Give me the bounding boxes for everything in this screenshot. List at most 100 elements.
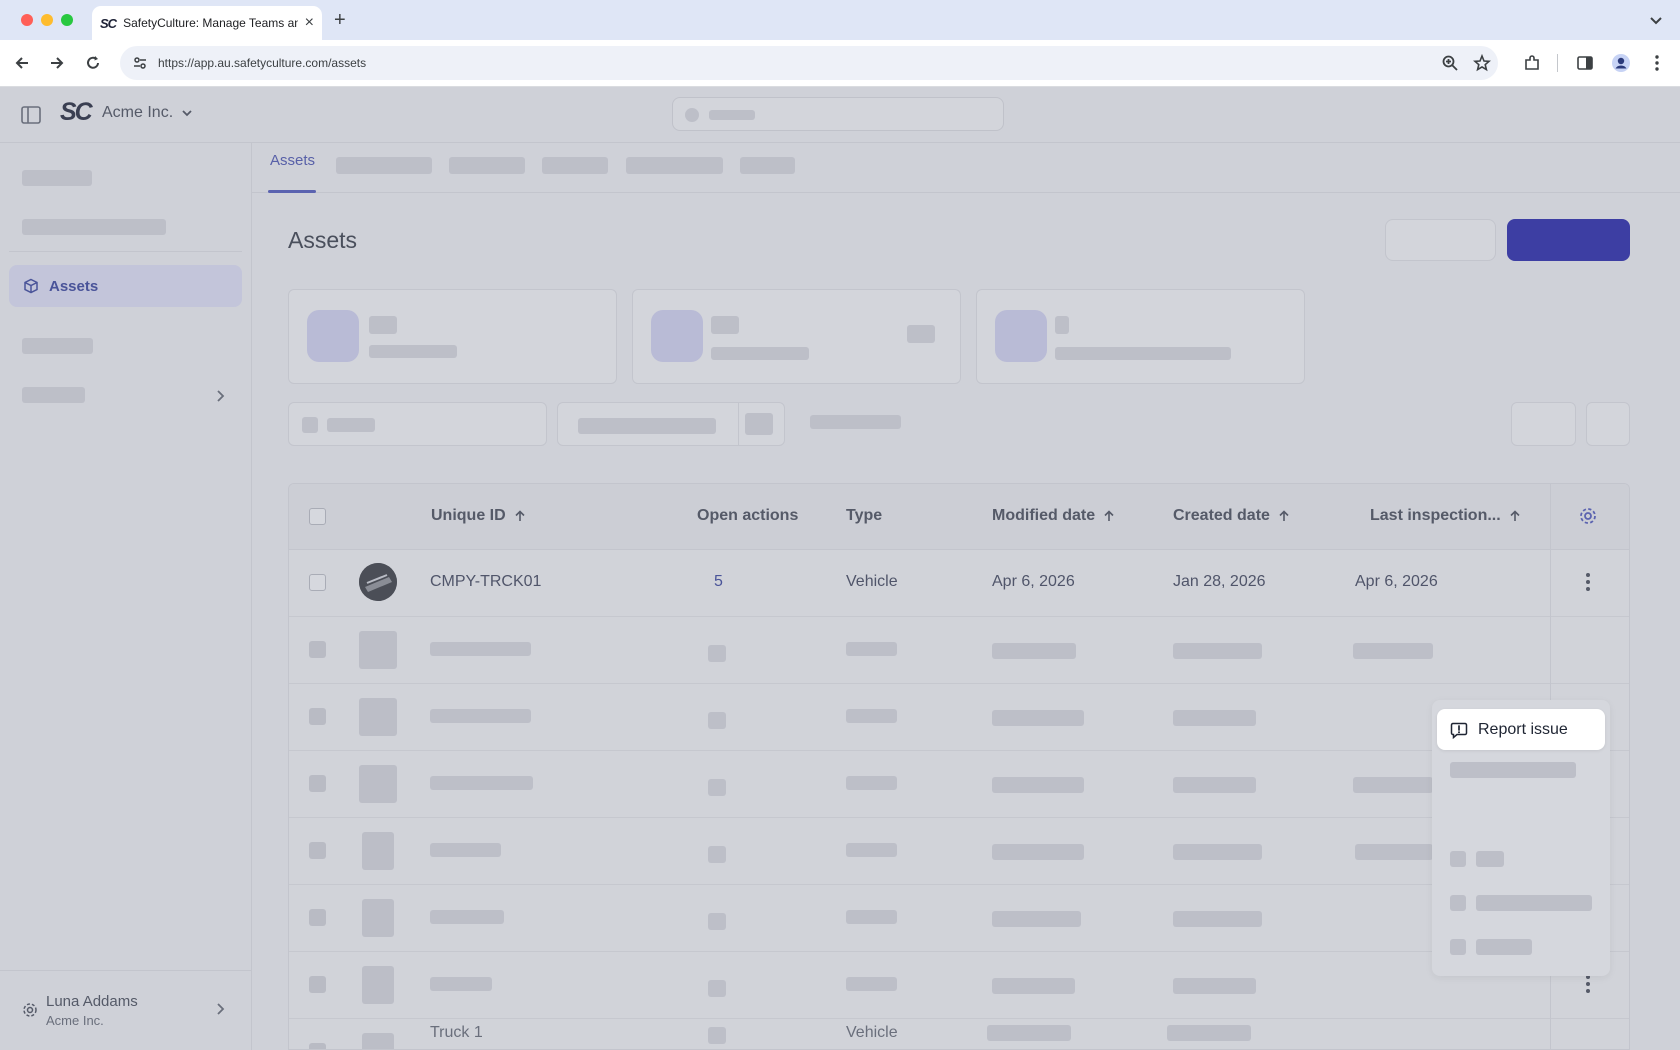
app-canvas: SC Acme Inc. Assets Luna Addams Acme Inc…: [0, 87, 1680, 1050]
toolbar-button[interactable]: [1511, 402, 1576, 446]
column-header-modified-date[interactable]: Modified date: [992, 507, 1115, 525]
filter-dropdown[interactable]: [557, 402, 785, 446]
table-row[interactable]: [289, 952, 1629, 1019]
side-panel-icon[interactable]: [1574, 52, 1596, 74]
cell-placeholder: [992, 844, 1084, 860]
sidebar-item-placeholder[interactable]: [22, 387, 85, 403]
summary-card[interactable]: [632, 289, 961, 384]
asset-thumbnail: [359, 765, 397, 803]
search-placeholder-blur: [709, 110, 755, 120]
zoom-icon[interactable]: [1439, 52, 1461, 74]
tab-title: SafetyCulture: Manage Teams and...: [123, 16, 298, 30]
chevron-right-icon[interactable]: [214, 389, 226, 403]
tab-search-chevron-icon[interactable]: [1646, 10, 1666, 30]
row-checkbox[interactable]: [309, 976, 326, 993]
forward-arrow-icon[interactable]: [46, 52, 68, 74]
column-settings-gear-icon[interactable]: [1579, 507, 1597, 525]
table-row[interactable]: Truck 1 Vehicle: [289, 1019, 1629, 1049]
row-checkbox[interactable]: [309, 574, 326, 591]
filter-label: [578, 418, 716, 434]
primary-action-button[interactable]: [1507, 219, 1630, 261]
column-header-open-actions[interactable]: Open actions: [697, 507, 798, 525]
menu-item-placeholder[interactable]: [1476, 895, 1592, 911]
cell-open-actions-link[interactable]: 5: [714, 573, 723, 591]
extensions-icon[interactable]: [1521, 52, 1543, 74]
window-maximize-button[interactable]: [61, 14, 73, 26]
table-row[interactable]: [289, 818, 1629, 885]
cell-placeholder: [846, 709, 897, 723]
address-bar[interactable]: https://app.au.safetyculture.com/assets: [120, 46, 1498, 80]
window-minimize-button[interactable]: [41, 14, 53, 26]
bookmark-star-icon[interactable]: [1471, 52, 1493, 74]
asset-thumbnail: [362, 899, 394, 937]
row-checkbox[interactable]: [309, 909, 326, 926]
sidebar-item-placeholder[interactable]: [22, 170, 92, 186]
menu-item-placeholder[interactable]: [1450, 762, 1576, 778]
window-close-button[interactable]: [21, 14, 33, 26]
sidebar-item-placeholder[interactable]: [22, 338, 93, 354]
reload-icon[interactable]: [82, 52, 104, 74]
browser-menu-icon[interactable]: [1646, 52, 1668, 74]
tab-assets[interactable]: Assets: [270, 152, 315, 169]
sort-arrow-up-icon: [515, 510, 525, 521]
global-search-input[interactable]: [672, 97, 1004, 131]
summary-card[interactable]: [976, 289, 1305, 384]
column-header-unique-id[interactable]: Unique ID: [431, 507, 526, 525]
menu-item-icon: [1450, 895, 1466, 911]
asset-search-input[interactable]: [288, 402, 547, 446]
cell-type: Vehicle: [846, 573, 898, 590]
browser-tab[interactable]: SC SafetyCulture: Manage Teams and... ×: [92, 6, 322, 40]
search-placeholder-blur: [327, 418, 375, 432]
row-checkbox[interactable]: [309, 775, 326, 792]
toolbar-button[interactable]: [1586, 402, 1630, 446]
cell-unique-id[interactable]: Truck 1: [430, 1024, 483, 1042]
site-settings-icon[interactable]: [132, 55, 148, 71]
row-checkbox[interactable]: [309, 708, 326, 725]
sidebar-toggle-icon[interactable]: [21, 106, 41, 124]
cell-placeholder: [708, 645, 726, 662]
sidebar-footer-divider: [0, 970, 251, 971]
tab-close-icon[interactable]: ×: [305, 15, 314, 31]
tab-placeholder[interactable]: [740, 157, 795, 174]
select-all-checkbox[interactable]: [309, 508, 326, 525]
back-arrow-icon[interactable]: [11, 52, 33, 74]
table-row[interactable]: [289, 684, 1629, 751]
summary-card[interactable]: [288, 289, 617, 384]
row-checkbox[interactable]: [309, 842, 326, 859]
menu-item-placeholder[interactable]: [1476, 851, 1504, 867]
page-title: Assets: [288, 227, 358, 253]
clear-filters-link[interactable]: [810, 415, 901, 429]
safetyculture-logo[interactable]: SC: [60, 98, 93, 127]
cell-placeholder: [1355, 844, 1433, 860]
sidebar-item-placeholder[interactable]: [22, 219, 166, 235]
cell-unique-id[interactable]: CMPY-TRCK01: [430, 573, 541, 591]
asset-thumbnail: [362, 832, 394, 870]
menu-item-report-issue[interactable]: Report issue: [1437, 709, 1605, 750]
table-row[interactable]: [289, 751, 1629, 818]
sidebar: Assets: [0, 143, 252, 1050]
new-tab-plus-icon[interactable]: +: [334, 10, 346, 30]
tab-placeholder[interactable]: [449, 157, 525, 174]
row-checkbox[interactable]: [309, 641, 326, 658]
tab-placeholder[interactable]: [336, 157, 432, 174]
filter-toggle-icon[interactable]: [745, 413, 773, 435]
profile-avatar-icon[interactable]: [1610, 52, 1632, 74]
cell-placeholder: [1173, 643, 1262, 659]
sidebar-item-assets[interactable]: Assets: [9, 265, 242, 307]
safetyculture-favicon-icon: SC: [100, 15, 117, 31]
column-header-last-inspection[interactable]: Last inspection...: [1370, 507, 1521, 525]
secondary-action-button[interactable]: [1385, 219, 1496, 261]
table-row[interactable]: CMPY-TRCK01 5 Vehicle Apr 6, 2026 Jan 28…: [289, 550, 1629, 617]
menu-item-placeholder[interactable]: [1476, 939, 1532, 955]
column-header-created-date[interactable]: Created date: [1173, 507, 1290, 525]
table-row[interactable]: [289, 617, 1629, 684]
column-header-type[interactable]: Type: [846, 507, 882, 525]
tab-placeholder[interactable]: [542, 157, 608, 174]
org-switcher-label[interactable]: Acme Inc.: [102, 104, 173, 122]
tab-placeholder[interactable]: [626, 157, 723, 174]
sort-arrow-up-icon: [1510, 510, 1520, 521]
row-checkbox[interactable]: [309, 1043, 326, 1049]
table-row[interactable]: [289, 885, 1629, 952]
chevron-down-icon[interactable]: [180, 106, 194, 120]
row-more-options-icon[interactable]: [1585, 570, 1591, 594]
